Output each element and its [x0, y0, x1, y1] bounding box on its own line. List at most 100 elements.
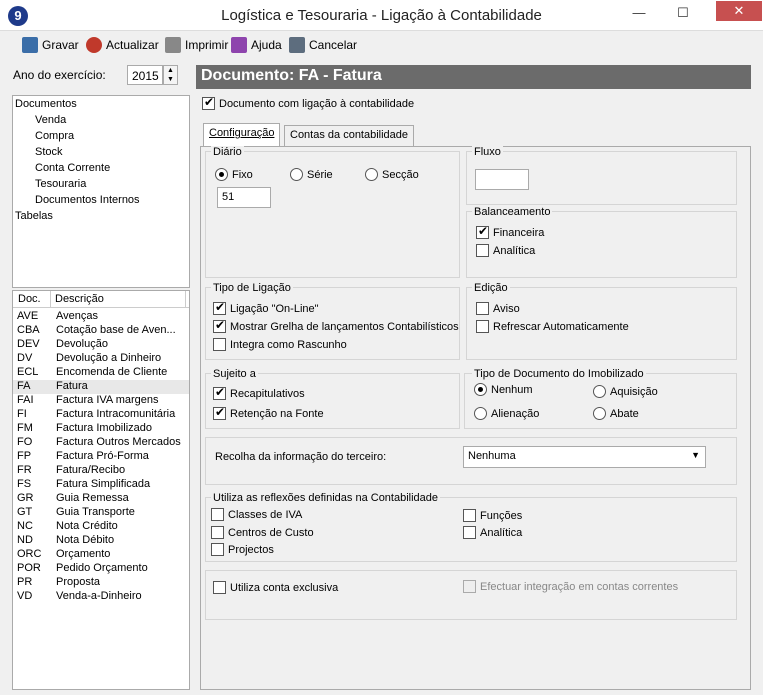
table-row[interactable]: CBA Cotação base de Aven... — [13, 324, 189, 338]
financeira-checkbox[interactable]: Financeira — [476, 224, 544, 239]
column-header-doc[interactable]: Doc. — [18, 293, 41, 305]
checkbox-box[interactable] — [213, 300, 226, 315]
retencao-checkbox[interactable]: Retenção na Fonte — [213, 405, 324, 420]
radio-seccao[interactable]: Secção — [365, 168, 419, 181]
doc-code: POR — [17, 562, 41, 574]
refresh-button[interactable]: Actualizar — [86, 36, 159, 54]
table-row[interactable]: FI Factura Intracomunitária — [13, 408, 189, 422]
classes-iva-checkbox[interactable]: Classes de IVA — [211, 508, 302, 521]
analitica-reflexao-checkbox[interactable]: Analítica — [463, 526, 522, 539]
table-row[interactable]: ORC Orçamento — [13, 548, 189, 562]
linked-accounting-checkbox[interactable]: Documento com ligação à contabilidade — [202, 95, 414, 110]
table-row[interactable]: POR Pedido Orçamento — [13, 562, 189, 576]
tree-item-tabelas[interactable]: Tabelas — [15, 210, 53, 222]
tree-item-documentos-internos[interactable]: Documentos Internos — [35, 194, 140, 206]
cancel-button[interactable]: Cancelar — [289, 36, 357, 54]
column-header-descricao[interactable]: Descrição — [55, 293, 104, 305]
conta-exclusiva-checkbox[interactable]: Utiliza conta exclusiva — [213, 581, 338, 594]
checkbox-box[interactable] — [476, 320, 489, 333]
spin-up-icon[interactable]: ▲ — [164, 66, 177, 75]
radio-circle[interactable] — [593, 407, 606, 420]
projectos-checkbox[interactable]: Projectos — [211, 543, 274, 556]
doc-code: PR — [17, 576, 33, 588]
tree-item-tesouraria[interactable]: Tesouraria — [35, 178, 86, 190]
radio-nenhum[interactable]: Nenhum — [474, 383, 533, 396]
tree-item-conta-corrente[interactable]: Conta Corrente — [35, 162, 110, 174]
grelha-checkbox[interactable]: Mostrar Grelha de lançamentos Contabilís… — [213, 318, 459, 333]
checkbox-box[interactable] — [211, 543, 224, 556]
table-row[interactable]: NC Nota Crédito — [13, 520, 189, 534]
radio-circle[interactable] — [474, 383, 487, 396]
analitica-checkbox[interactable]: Analítica — [476, 244, 535, 257]
print-button[interactable]: Imprimir — [165, 36, 228, 54]
column-divider[interactable] — [185, 291, 186, 308]
checkbox-box[interactable] — [213, 385, 226, 400]
sujeito-group — [205, 373, 460, 429]
column-divider[interactable] — [50, 291, 51, 308]
doc-description: Guia Remessa — [56, 492, 129, 504]
checkbox-box[interactable] — [213, 581, 226, 594]
radio-fixo[interactable]: Fixo — [215, 168, 253, 181]
table-row[interactable]: FS Fatura Simplificada — [13, 478, 189, 492]
checkbox-box[interactable] — [463, 509, 476, 522]
rascunho-checkbox[interactable]: Integra como Rascunho — [213, 338, 347, 351]
table-row[interactable]: DEV Devolução — [13, 338, 189, 352]
year-spinner[interactable]: ▲ ▼ — [163, 65, 178, 85]
tree-item-compra[interactable]: Compra — [35, 130, 74, 142]
checkbox-box[interactable] — [211, 526, 224, 539]
table-row[interactable]: GT Guia Transporte — [13, 506, 189, 520]
aviso-checkbox[interactable]: Aviso — [476, 302, 520, 315]
checkbox-box[interactable] — [476, 244, 489, 257]
close-icon[interactable]: ✕ — [716, 1, 762, 21]
checkbox-box[interactable] — [213, 318, 226, 333]
fluxo-input[interactable] — [475, 169, 529, 190]
radio-abate[interactable]: Abate — [593, 407, 639, 420]
table-row[interactable]: GR Guia Remessa — [13, 492, 189, 506]
table-row[interactable]: FA Fatura — [13, 380, 189, 394]
funcoes-checkbox[interactable]: Funções — [463, 509, 522, 522]
table-row[interactable]: FP Factura Pró-Forma — [13, 450, 189, 464]
checkbox-box[interactable] — [202, 95, 215, 110]
spin-down-icon[interactable]: ▼ — [164, 75, 177, 84]
radio-circle[interactable] — [215, 168, 228, 181]
tree-item-stock[interactable]: Stock — [35, 146, 63, 158]
recapitulativos-checkbox[interactable]: Recapitulativos — [213, 385, 305, 400]
radio-alienacao[interactable]: Alienação — [474, 407, 539, 420]
checkbox-box[interactable] — [476, 224, 489, 239]
radio-circle[interactable] — [474, 407, 487, 420]
checkbox-box[interactable] — [476, 302, 489, 315]
tree-item-venda[interactable]: Venda — [35, 114, 66, 126]
radio-circle[interactable] — [593, 385, 606, 398]
year-field[interactable]: 2015 — [127, 65, 163, 85]
minimize-icon[interactable]: — — [624, 3, 654, 23]
centros-custo-checkbox[interactable]: Centros de Custo — [211, 526, 314, 539]
table-row[interactable]: ECL Encomenda de Cliente — [13, 366, 189, 380]
table-row[interactable]: PR Proposta — [13, 576, 189, 590]
radio-serie[interactable]: Série — [290, 168, 333, 181]
table-row[interactable]: DV Devolução a Dinheiro — [13, 352, 189, 366]
refrescar-checkbox[interactable]: Refrescar Automaticamente — [476, 320, 629, 333]
table-row[interactable]: FR Fatura/Recibo — [13, 464, 189, 478]
checkbox-box[interactable] — [211, 508, 224, 521]
save-button[interactable]: Gravar — [22, 36, 79, 54]
tab-configuracao[interactable]: Configuração — [203, 123, 281, 147]
table-row[interactable]: AVE Avenças — [13, 310, 189, 324]
tab-contas-contabilidade[interactable]: Contas da contabilidade — [284, 125, 415, 146]
table-row[interactable]: FAI Factura IVA margens — [13, 394, 189, 408]
online-checkbox[interactable]: Ligação "On-Line" — [213, 300, 319, 315]
table-row[interactable]: FO Factura Outros Mercados — [13, 436, 189, 450]
checkbox-box[interactable] — [463, 526, 476, 539]
table-row[interactable]: VD Venda-a-Dinheiro — [13, 590, 189, 604]
checkbox-box[interactable] — [213, 338, 226, 351]
table-row[interactable]: ND Nota Débito — [13, 534, 189, 548]
maximize-icon[interactable]: ☐ — [668, 3, 698, 23]
terceiro-select[interactable]: Nenhuma ▼ — [463, 446, 706, 468]
help-button[interactable]: Ajuda — [231, 36, 282, 54]
radio-circle[interactable] — [290, 168, 303, 181]
diario-input[interactable]: 51 — [217, 187, 271, 208]
table-row[interactable]: FM Factura Imobilizado — [13, 422, 189, 436]
checkbox-box[interactable] — [213, 405, 226, 420]
radio-aquisicao[interactable]: Aquisição — [593, 385, 658, 398]
tree-item-documentos[interactable]: Documentos — [15, 98, 77, 110]
radio-circle[interactable] — [365, 168, 378, 181]
